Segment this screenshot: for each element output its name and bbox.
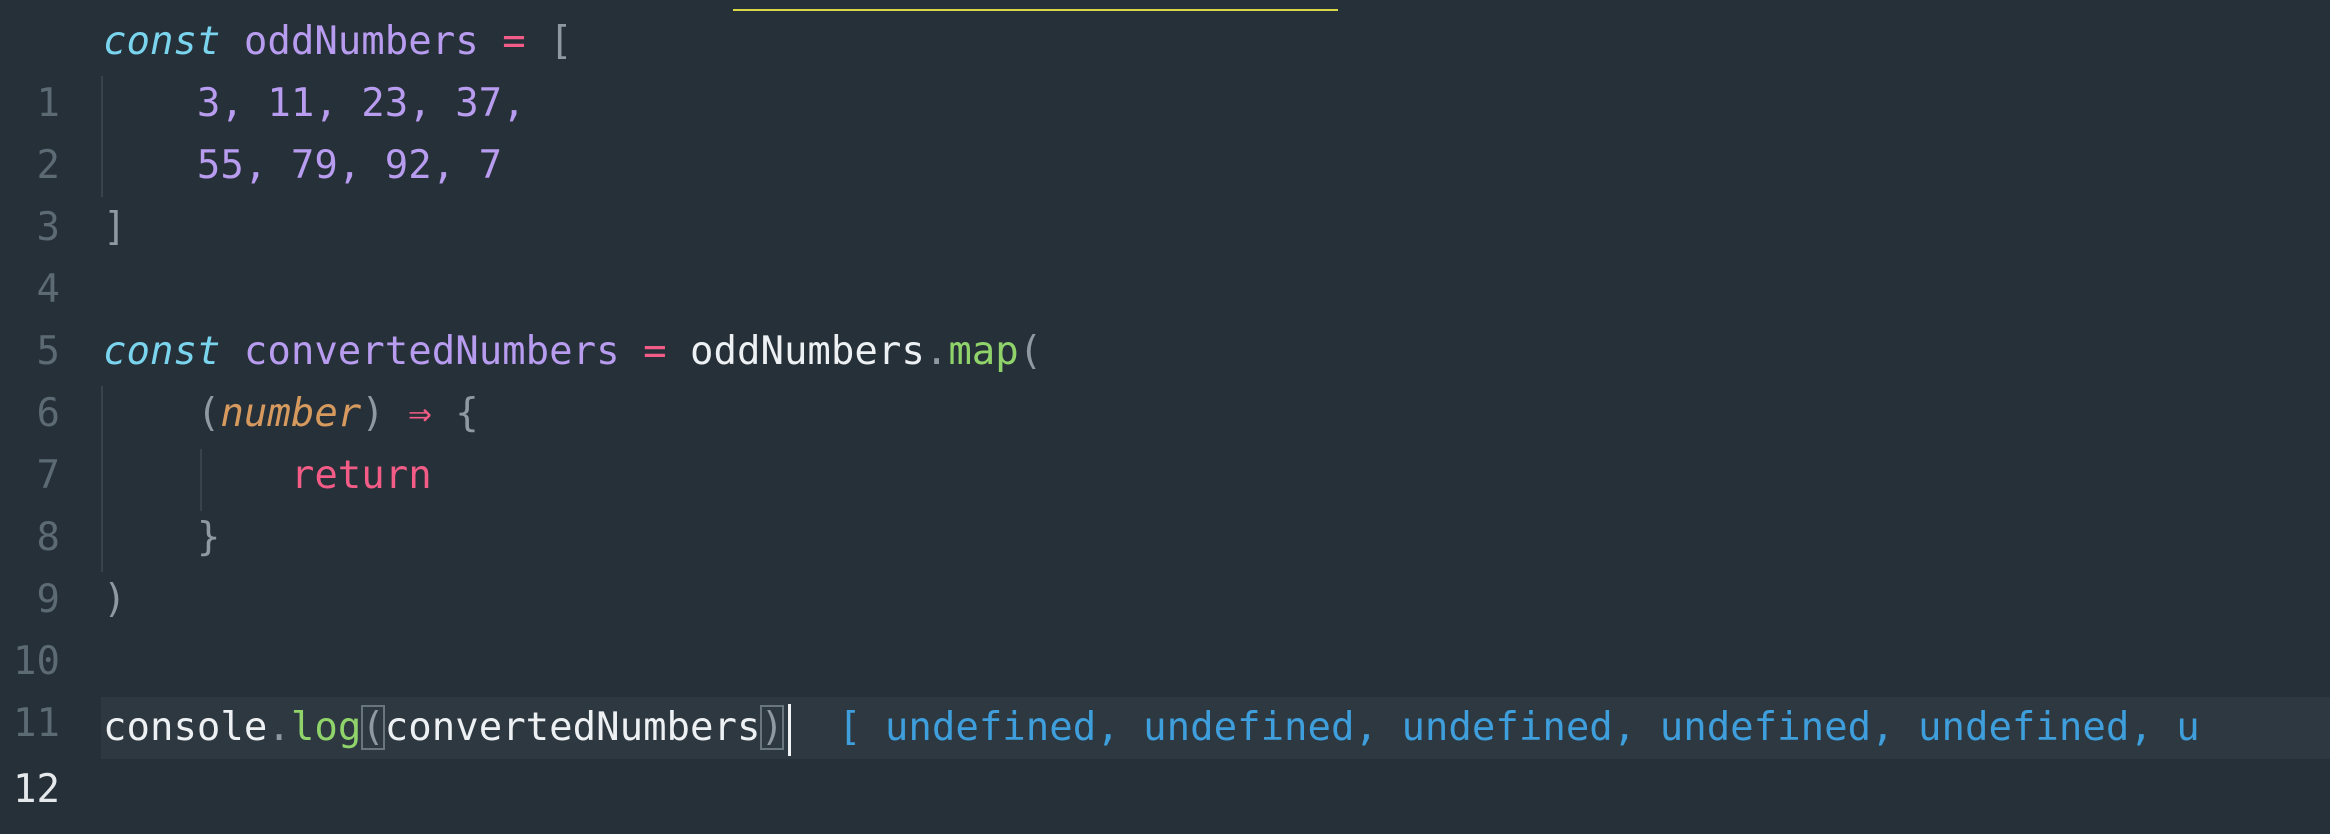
number-list-token: 3, 11, 23, 37, [196, 81, 526, 126]
keyword-token: const [103, 19, 221, 64]
code-line-12[interactable]: 12 console.log(convertedNumbers) [ undef… [0, 697, 2330, 812]
code-editor[interactable]: 1 const oddNumbers = [ 2 3, 11, 23, 37, … [0, 0, 2330, 834]
operator-token: = [643, 329, 667, 374]
parameter-token: number [220, 391, 362, 436]
code-line-8[interactable]: 8 return [0, 445, 2330, 560]
text-cursor [787, 703, 791, 756]
inline-result-output: [ undefined, undefined, undefined, undef… [837, 705, 2200, 750]
identifier-token: convertedNumbers [384, 705, 761, 750]
variable-token: convertedNumbers [243, 329, 620, 374]
variable-token: oddNumbers [243, 19, 479, 64]
code-line-11[interactable]: 11 [0, 631, 2330, 746]
number-list-token: 55, 79, 92, 7 [196, 143, 503, 188]
code-line-9[interactable]: 9 } [0, 507, 2330, 622]
brace-token: } [196, 515, 221, 560]
paren-token: ) [361, 391, 385, 436]
code-line-6[interactable]: 6 const convertedNumbers = oddNumbers.ma… [0, 321, 2330, 436]
bracket-token: ] [103, 205, 127, 250]
matched-paren-token: ( [361, 705, 385, 750]
code-line-2[interactable]: 2 3, 11, 23, 37, [0, 73, 2330, 188]
identifier-token: oddNumbers [690, 329, 925, 374]
code-line-5[interactable]: 5 [0, 259, 2330, 374]
code-line-4[interactable]: 4 ] [0, 197, 2330, 312]
line-number-active: 12 [13, 767, 60, 812]
dot-token: . [924, 329, 949, 374]
return-keyword-token: return [290, 453, 432, 498]
bracket-token: [ [549, 19, 573, 64]
function-token: map [948, 329, 1019, 374]
paren-token: ( [1018, 329, 1043, 374]
arrow-token: ⇒ [408, 391, 432, 436]
paren-token: ) [103, 577, 127, 622]
dot-token: . [267, 705, 291, 750]
code-line-3[interactable]: 3 55, 79, 92, 7 [0, 135, 2330, 250]
brace-token: { [455, 391, 479, 436]
matched-paren-token: ) [760, 705, 784, 750]
function-token: log [290, 705, 362, 750]
paren-token: ( [196, 391, 221, 436]
identifier-token: console [103, 705, 268, 750]
code-line-7[interactable]: 7 (number) ⇒ { [0, 383, 2330, 498]
operator-token: = [502, 19, 526, 64]
keyword-token: const [103, 329, 221, 374]
code-line-1[interactable]: 1 const oddNumbers = [ [0, 11, 2330, 126]
code-line-10[interactable]: 10 ) [0, 569, 2330, 684]
